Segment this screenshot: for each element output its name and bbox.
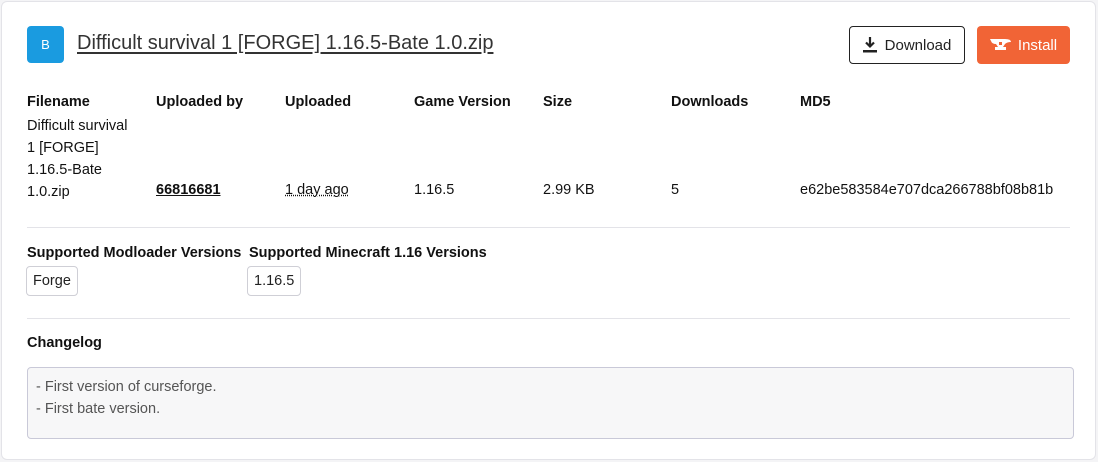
file-details-card: B Difficult survival 1 [FORGE] 1.16.5-Ba…: [1, 1, 1096, 460]
modloader-versions-heading: Supported Modloader Versions: [27, 245, 242, 261]
minecraft-versions-heading: Supported Minecraft 1.16 Versions: [249, 245, 487, 261]
download-button[interactable]: Download: [849, 26, 965, 64]
modloader-tag: Forge: [26, 266, 78, 296]
changelog-line: - First version of curseforge.: [36, 379, 217, 395]
filename-value: Difficult survival 1 [FORGE] 1.16.5-Bate…: [27, 118, 128, 200]
uploaded-column: Uploaded: [285, 93, 351, 111]
uploaded-by-column: Uploaded by: [156, 93, 243, 111]
size-header: Size: [543, 94, 573, 110]
curseforge-anvil-icon: [989, 39, 1011, 50]
md5-header: MD5: [800, 94, 831, 110]
file-header: B Difficult survival 1 [FORGE] 1.16.5-Ba…: [27, 26, 1070, 64]
download-button-label: Download: [884, 36, 952, 54]
filename-column: Filename Difficult survival 1 [FORGE] 1.…: [27, 93, 135, 203]
downloads-column: Downloads: [671, 93, 748, 111]
uploader-link[interactable]: 66816681: [156, 182, 221, 198]
install-button-label: Install: [1017, 36, 1058, 54]
uploaded-by-header: Uploaded by: [156, 94, 244, 110]
minecraft-version-tag: 1.16.5: [247, 266, 302, 296]
changelog-heading: Changelog: [27, 335, 102, 351]
release-type-badge: B: [27, 26, 64, 63]
filename-header: Filename: [27, 94, 90, 110]
changelog-line: - First bate version.: [36, 401, 161, 417]
game-version-header: Game Version: [414, 94, 511, 110]
changelog-box: - First version of curseforge. - First b…: [27, 367, 1074, 439]
size-column: Size: [543, 93, 572, 111]
md5-column: MD5: [800, 93, 831, 111]
uploaded-header: Uploaded: [285, 94, 352, 110]
divider: [27, 227, 1070, 228]
download-icon: [862, 37, 877, 53]
file-title-link[interactable]: Difficult survival 1 [FORGE] 1.16.5-Bate…: [77, 32, 493, 55]
game-version-value: 1.16.5: [414, 182, 455, 198]
size-value: 2.99 KB: [543, 182, 595, 198]
uploaded-date: 1 day ago: [285, 182, 349, 198]
file-metadata: Filename Difficult survival 1 [FORGE] 1.…: [27, 93, 1077, 213]
md5-value: e62be583584e707dca266788bf08b81b: [800, 182, 1054, 198]
game-version-column: Game Version: [414, 93, 511, 111]
downloads-value: 5: [671, 182, 680, 198]
divider: [27, 318, 1070, 319]
downloads-header: Downloads: [671, 94, 749, 110]
install-button[interactable]: Install: [977, 26, 1070, 64]
